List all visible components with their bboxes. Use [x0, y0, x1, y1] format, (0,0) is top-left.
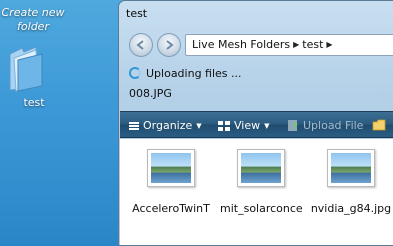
view-menu[interactable]: View ▼	[217, 112, 270, 139]
view-icon	[218, 121, 230, 131]
breadcrumb-live-mesh-folders[interactable]: Live Mesh Folders	[192, 38, 290, 51]
arrow-left-icon	[136, 40, 144, 50]
upload-icon	[288, 120, 298, 131]
image-file-icon	[151, 153, 191, 183]
explorer-window: test Live Mesh Folders ▶ test ▶ Uploading f…	[118, 0, 393, 246]
image-file-icon	[331, 153, 371, 183]
upload-file-label: Upload File	[303, 119, 364, 132]
uploading-text: Uploading files ...	[146, 67, 242, 80]
file-name[interactable]: nvidia_g84.jpg	[310, 202, 392, 215]
upload-status: Uploading files ...	[129, 65, 242, 83]
chevron-down-icon: ▼	[264, 122, 270, 130]
desktop-folder-label[interactable]: test	[14, 96, 54, 109]
breadcrumb-chevron-icon[interactable]: ▶	[293, 35, 299, 55]
current-file-label: 008.JPG	[129, 87, 172, 100]
new-folder-icon	[372, 119, 386, 131]
create-new-folder-label: Create new folder	[1, 6, 65, 33]
view-label: View	[234, 119, 261, 132]
arrow-right-icon	[166, 40, 174, 50]
upload-file-button[interactable]: Upload File	[286, 112, 363, 139]
breadcrumb-chevron-icon[interactable]: ▶	[326, 35, 332, 55]
new-folder-button[interactable]	[372, 112, 389, 139]
organize-menu[interactable]: Organize ▼	[128, 112, 202, 139]
organize-label: Organize	[143, 119, 193, 132]
organize-icon	[129, 122, 139, 130]
progress-spinner-icon	[129, 67, 141, 79]
file-name[interactable]: AcceleroTwinT	[130, 202, 212, 215]
image-file-icon	[241, 153, 281, 183]
file-list: AcceleroTwinT mit_solarconce nvidia_g84.…	[120, 139, 393, 245]
command-bar: Organize ▼ View ▼ Upload File	[120, 111, 393, 138]
folder-icon[interactable]	[6, 44, 48, 92]
file-name[interactable]: mit_solarconce	[220, 202, 302, 215]
address-bar[interactable]: Live Mesh Folders ▶ test ▶	[185, 34, 393, 56]
image-thumbnail[interactable]	[327, 149, 375, 187]
breadcrumb-test[interactable]: test	[302, 38, 323, 51]
image-thumbnail[interactable]	[147, 149, 195, 187]
file-item[interactable]: AcceleroTwinT	[130, 149, 212, 215]
window-title: test	[126, 7, 148, 20]
chevron-down-icon: ▼	[196, 122, 202, 130]
forward-button[interactable]	[157, 33, 181, 57]
back-button[interactable]	[129, 33, 153, 57]
file-item[interactable]: nvidia_g84.jpg	[310, 149, 392, 215]
file-item[interactable]: mit_solarconce	[220, 149, 302, 215]
image-thumbnail[interactable]	[237, 149, 285, 187]
